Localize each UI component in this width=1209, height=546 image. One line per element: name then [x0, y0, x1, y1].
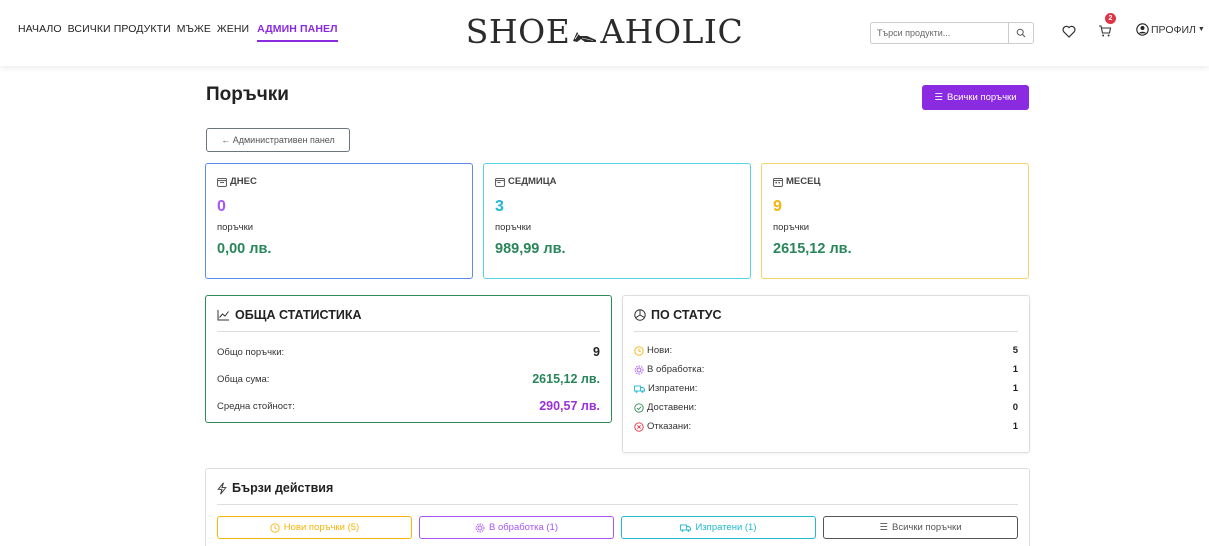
stat-card-label: СЕДМИЦА — [495, 176, 739, 187]
status-label: Изпратени: — [648, 383, 698, 394]
all-orders-button[interactable]: ☰ Всички поръчки — [922, 85, 1029, 110]
logo-text-right: AHOLIC — [600, 12, 744, 51]
stat-card-label: МЕСЕЦ — [773, 176, 1017, 187]
stat-row-value: 2615,12 лв. — [532, 372, 600, 386]
calendar-day-icon — [217, 177, 227, 187]
quick-actions-panel: Бързи действия Нови поръчки (5) В обрабо… — [205, 468, 1030, 546]
stat-row-label: Обща сума: — [217, 373, 270, 385]
search-input[interactable] — [870, 22, 1008, 44]
heart-icon — [1062, 25, 1076, 38]
high-heel-icon — [573, 32, 597, 42]
shipped-orders-button[interactable]: Изпратени (1) — [621, 516, 816, 539]
quick-actions-title: Бързи действия — [232, 481, 334, 495]
truck-icon — [680, 524, 692, 532]
cart-button[interactable]: 2 — [1096, 13, 1116, 40]
status-panel: ПО СТАТУС Нови: 5 В обработка: 1 Изпрате… — [622, 295, 1030, 453]
status-count: 0 — [1012, 402, 1018, 413]
status-label: В обработка: — [647, 364, 705, 375]
status-panel-title: ПО СТАТУС — [651, 308, 722, 322]
gear-icon — [475, 523, 485, 532]
general-stats-panel: ОБЩА СТАТИСТИКА Общо поръчки: 9 Обща сум… — [205, 295, 612, 423]
stat-card-amount: 0,00 лв. — [217, 241, 272, 257]
new-orders-button-label: Нови поръчки (5) — [283, 522, 360, 533]
search-button[interactable] — [1008, 22, 1034, 44]
search-box — [870, 22, 1034, 44]
status-label: Доставени: — [647, 402, 697, 413]
status-count: 5 — [1012, 345, 1018, 356]
status-row-new: Нови: 5 — [634, 345, 1018, 356]
calendar-week-icon — [495, 177, 505, 187]
stat-card-amount: 2615,12 лв. — [773, 241, 852, 257]
stat-card-count: 9 — [773, 198, 782, 215]
status-count: 1 — [1012, 383, 1018, 394]
x-circle-icon — [634, 421, 644, 432]
status-label: Нови: — [647, 345, 673, 356]
stat-card-month: МЕСЕЦ 9 поръчки 2615,12 лв. — [761, 163, 1029, 279]
stat-card-label-text: ДНЕС — [230, 176, 257, 187]
total-sum-row: Обща сума: 2615,12 лв. — [217, 372, 600, 386]
caret-down-icon: ▼ — [1197, 26, 1205, 33]
list-icon: ☰ — [879, 522, 888, 533]
status-row-rejected: Отказани: 1 — [634, 421, 1018, 432]
general-stats-header: ОБЩА СТАТИСТИКА — [217, 308, 600, 332]
processing-orders-button-label: В обработка (1) — [488, 522, 559, 533]
stat-card-count: 0 — [217, 198, 226, 215]
cart-icon — [1099, 25, 1112, 37]
navbar: НАЧАЛО ВСИЧКИ ПРОДУКТИ МЪЖЕ ЖЕНИ АДМИН П… — [0, 0, 1209, 66]
status-row-delivered: Доставени: 0 — [634, 402, 1018, 413]
lightning-icon — [217, 482, 227, 494]
status-row-shipped: Изпратени: 1 — [634, 383, 1018, 394]
status-row-processing: В обработка: 1 — [634, 364, 1018, 375]
stat-card-label: ДНЕС — [217, 176, 461, 187]
stat-card-week: СЕДМИЦА 3 поръчки 989,99 лв. — [483, 163, 751, 279]
pie-chart-icon — [634, 309, 646, 321]
stat-row-label: Средна стойност: — [217, 400, 295, 412]
search-icon — [1016, 28, 1026, 38]
stat-card-sub: поръчки — [773, 222, 810, 233]
wishlist-button[interactable] — [1060, 22, 1078, 40]
stat-card-sub: поръчки — [495, 222, 532, 233]
shipped-orders-button-label: Изпратени (1) — [695, 522, 757, 533]
stat-row-label: Общо поръчки: — [217, 346, 285, 358]
truck-icon — [634, 385, 645, 393]
stat-card-label-text: СЕДМИЦА — [508, 176, 557, 187]
all-orders-quick-button[interactable]: ☰ Всички поръчки — [823, 516, 1018, 539]
clock-icon — [634, 345, 644, 356]
calendar-month-icon — [773, 177, 783, 187]
all-orders-quick-button-label: Всички поръчки — [892, 522, 962, 533]
quick-actions-buttons: Нови поръчки (5) В обработка (1) Изпрате… — [217, 516, 1018, 539]
check-circle-icon — [634, 402, 644, 413]
stat-card-count: 3 — [495, 198, 504, 215]
quick-actions-header: Бързи действия — [217, 481, 1018, 505]
total-orders-row: Общо поръчки: 9 — [217, 345, 600, 359]
stat-card-sub: поръчки — [217, 222, 254, 233]
average-value-row: Средна стойност: 290,57 лв. — [217, 399, 600, 413]
logo-text-left: SHOE — [465, 12, 571, 51]
line-chart-icon — [217, 310, 229, 321]
clock-icon — [270, 522, 280, 533]
status-label: Отказани: — [647, 421, 692, 432]
stat-card-label-text: МЕСЕЦ — [786, 176, 821, 187]
all-orders-button-label: Всички поръчки — [947, 92, 1017, 103]
stat-card-amount: 989,99 лв. — [495, 241, 566, 257]
list-icon: ☰ — [934, 92, 943, 103]
back-to-admin-button[interactable]: ← Административен панел — [206, 128, 350, 152]
new-orders-button[interactable]: Нови поръчки (5) — [217, 516, 412, 539]
status-count: 1 — [1012, 364, 1018, 375]
stat-card-today: ДНЕС 0 поръчки 0,00 лв. — [205, 163, 473, 279]
cart-count-badge: 2 — [1105, 13, 1116, 24]
user-circle-icon — [1136, 23, 1149, 36]
page-title: Поръчки — [206, 84, 289, 105]
stat-row-value: 9 — [593, 345, 600, 359]
gear-icon — [634, 365, 644, 374]
processing-orders-button[interactable]: В обработка (1) — [419, 516, 614, 539]
status-panel-header: ПО СТАТУС — [634, 308, 1018, 332]
profile-label: ПРОФИЛ — [1151, 23, 1196, 36]
stat-row-value: 290,57 лв. — [539, 399, 600, 413]
status-count: 1 — [1012, 421, 1018, 432]
profile-dropdown[interactable]: ПРОФИЛ ▼ — [1136, 23, 1205, 36]
general-stats-title: ОБЩА СТАТИСТИКА — [235, 308, 362, 322]
